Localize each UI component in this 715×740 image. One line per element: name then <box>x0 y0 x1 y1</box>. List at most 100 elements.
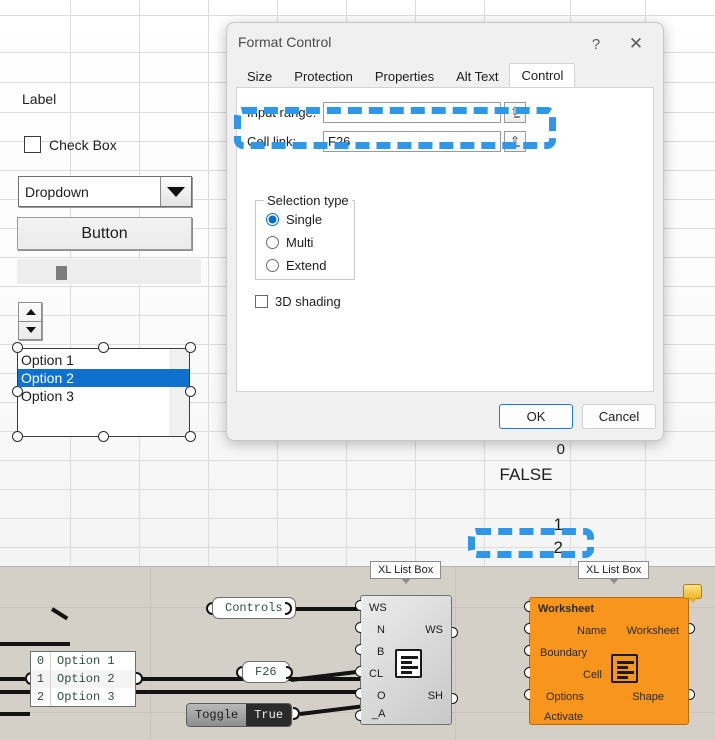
node-port-in[interactable] <box>355 710 361 721</box>
grid-line-horizontal <box>0 489 715 490</box>
cell-value-2[interactable]: 2 <box>490 538 563 558</box>
comment-flag-icon[interactable] <box>683 584 702 603</box>
node-port-out[interactable] <box>452 693 458 704</box>
radio-single[interactable]: Single <box>266 212 322 227</box>
node-port-out[interactable] <box>689 623 695 634</box>
form-horizontal-scrollbar-control[interactable] <box>17 259 201 284</box>
radio-extend-indicator[interactable] <box>266 259 279 272</box>
node-port-in[interactable] <box>524 667 530 678</box>
node-port-in[interactable] <box>524 623 530 634</box>
array-value[interactable]: Option 3 <box>51 688 115 706</box>
dialog-title-bar[interactable]: Format Control ? ✕ <box>227 23 663 63</box>
radio-multi[interactable]: Multi <box>266 235 313 250</box>
radio-single-indicator[interactable] <box>266 213 279 226</box>
spinner-down-icon[interactable] <box>26 327 36 333</box>
input-range-picker-icon[interactable]: ⇧̲ <box>504 102 526 123</box>
boolean-name: Toggle <box>187 704 247 726</box>
cell-link-picker-icon[interactable]: ⇧̲ <box>504 131 526 152</box>
node-port-out[interactable] <box>689 689 695 700</box>
array-constant[interactable]: 0 Option 1 1 Option 2 2 Option 3 <box>30 651 136 707</box>
node-label-listbox-2: XL List Box <box>578 561 650 584</box>
form-listbox-control[interactable]: Option 1 Option 2 Option 3 <box>17 348 190 437</box>
node-port-in[interactable] <box>355 688 361 699</box>
grid-line-horizontal <box>0 15 715 16</box>
node-pin-boundary: Boundary <box>540 647 588 659</box>
node-pin-a: _A <box>372 708 386 720</box>
node-port-in[interactable] <box>524 689 530 700</box>
format-control-dialog[interactable]: Format Control ? ✕ Size Protection Prope… <box>226 22 664 441</box>
cell-link-row[interactable]: Cell link: F26 ⇧̲ <box>247 131 526 152</box>
boolean-terminal-right <box>293 707 300 720</box>
checkbox-box-icon[interactable] <box>24 136 41 153</box>
form-spinner-control[interactable] <box>18 302 42 340</box>
node-port-in[interactable] <box>524 601 530 612</box>
node-port-in[interactable] <box>355 622 361 633</box>
tab-size[interactable]: Size <box>236 65 283 88</box>
spinner-up-icon[interactable] <box>26 309 36 315</box>
collapse-dialog-arrow-icon: ⇧̲ <box>510 106 520 118</box>
array-row[interactable]: 1 Option 2 <box>31 670 135 688</box>
node-xl-list-box[interactable]: WS N B CL O _A WS SH <box>360 595 452 725</box>
cancel-button[interactable]: Cancel <box>582 404 656 429</box>
array-index: 2 <box>31 688 51 706</box>
form-dropdown-control[interactable]: Dropdown <box>18 176 192 207</box>
constant-cell-ref[interactable]: F26 <box>242 661 290 683</box>
resize-handle-bottom-left[interactable] <box>12 431 23 442</box>
cell-linked-index[interactable]: 0 <box>490 441 565 458</box>
constant-controls[interactable]: Controls <box>212 597 296 619</box>
3d-shading-label: 3D shading <box>275 294 341 309</box>
node-port-in[interactable] <box>524 645 530 656</box>
3d-shading-checkbox[interactable]: 3D shading <box>255 294 341 309</box>
boolean-value[interactable]: True <box>246 704 292 726</box>
spinner-divider <box>19 321 41 322</box>
node-pin-o: O <box>377 690 386 702</box>
node-pin-options: Options <box>546 691 584 703</box>
tab-alt-text[interactable]: Alt Text <box>445 65 509 88</box>
tab-protection[interactable]: Protection <box>283 65 364 88</box>
selection-type-caption: Selection type <box>264 193 352 208</box>
node-port-in[interactable] <box>355 600 361 611</box>
wire-left-edge-2 <box>0 712 30 716</box>
array-value[interactable]: Option 1 <box>51 652 115 670</box>
node-pin-ws-in: WS <box>369 602 387 614</box>
dialog-tabs[interactable]: Size Protection Properties Alt Text Cont… <box>236 63 654 88</box>
tab-properties[interactable]: Properties <box>364 65 445 88</box>
tab-control[interactable]: Control <box>509 63 576 88</box>
scrollbar-thumb[interactable] <box>56 266 67 280</box>
radio-extend[interactable]: Extend <box>266 258 326 273</box>
input-range-input[interactable] <box>323 102 501 123</box>
node-port-in[interactable] <box>355 644 361 655</box>
ok-button[interactable]: OK <box>499 404 573 429</box>
cell-link-input[interactable]: F26 <box>323 131 501 152</box>
node-title: Worksheet <box>538 603 595 615</box>
resize-handle-bottom-right[interactable] <box>185 431 196 442</box>
node-pin-ws-out: WS <box>425 624 443 636</box>
block-diagram[interactable]: XL List Box XL List Box Controls F26 0 O… <box>0 561 715 740</box>
radio-multi-indicator[interactable] <box>266 236 279 249</box>
node-port-out[interactable] <box>452 627 458 638</box>
boolean-constant[interactable]: Toggle True <box>186 703 293 727</box>
3d-shading-checkbox-box-icon[interactable] <box>255 295 268 308</box>
form-checkbox-control[interactable]: Check Box <box>24 136 117 153</box>
input-range-row[interactable]: Input range: ⇧̲ <box>247 102 526 123</box>
dropdown-toggle-button[interactable] <box>160 177 191 206</box>
array-row[interactable]: 2 Option 3 <box>31 688 135 706</box>
cell-value-1[interactable]: 1 <box>490 515 563 535</box>
node-port-in[interactable] <box>355 666 361 677</box>
close-icon[interactable]: ✕ <box>621 31 651 57</box>
node-pin-activate: Activate <box>544 711 584 723</box>
help-icon[interactable]: ? <box>582 31 610 57</box>
radio-extend-label: Extend <box>286 258 327 273</box>
listbox-item[interactable]: Option 3 <box>18 387 189 405</box>
listbox-item[interactable]: Option 1 <box>18 351 189 369</box>
wire-controls <box>290 607 358 611</box>
node-worksheet[interactable]: Worksheet Name Boundary Cell Options Act… <box>529 597 689 725</box>
array-row[interactable]: 0 Option 1 <box>31 652 135 670</box>
array-value[interactable]: Option 2 <box>51 670 115 688</box>
node-pin-n: N <box>377 624 385 636</box>
cell-checkbox-value[interactable]: FALSE <box>486 465 566 485</box>
listbox-item-selected[interactable]: Option 2 <box>18 369 189 387</box>
form-button-control[interactable]: Button <box>17 217 192 250</box>
wire-diagonal <box>50 607 69 621</box>
resize-handle-bottom-center[interactable] <box>98 431 109 442</box>
